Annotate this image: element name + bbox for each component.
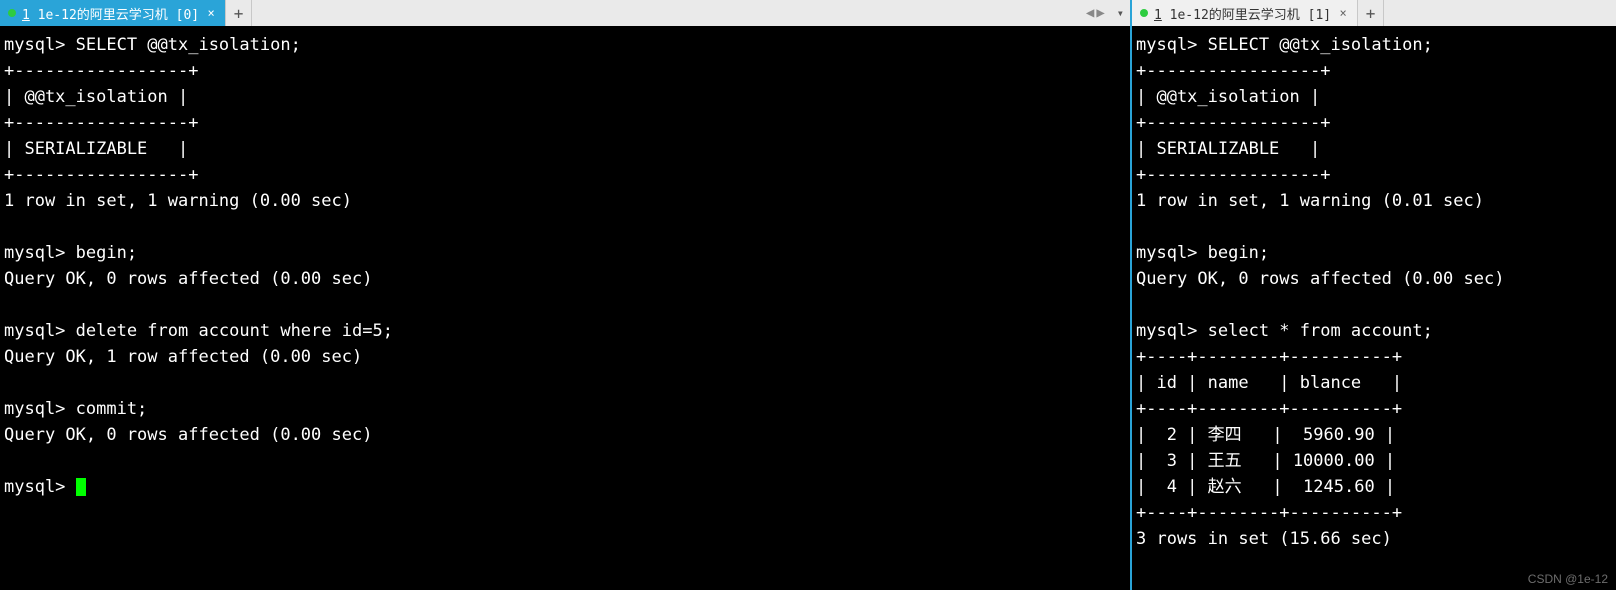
right-pane: 1 1e-12的阿里云学习机 [1] × + mysql> SELECT @@t… — [1132, 0, 1616, 590]
tab-nav-arrows: ◀ ▶ — [1080, 0, 1111, 26]
status-dot-icon — [8, 9, 16, 17]
tabbar-spacer — [1384, 0, 1616, 26]
right-tab-0[interactable]: 1 1e-12的阿里云学习机 [1] × — [1132, 0, 1358, 26]
prev-tab-icon[interactable]: ◀ — [1086, 5, 1094, 21]
new-tab-button[interactable]: + — [1358, 0, 1384, 26]
right-tabbar: 1 1e-12的阿里云学习机 [1] × + — [1132, 0, 1616, 26]
tab-title: 1 1e-12的阿里云学习机 [1] — [1154, 4, 1331, 23]
left-tabbar: 1 1e-12的阿里云学习机 [0] × + ◀ ▶ ▾ — [0, 0, 1130, 26]
tab-title: 1 1e-12的阿里云学习机 [0] — [22, 4, 199, 23]
new-tab-button[interactable]: + — [226, 0, 252, 26]
terminal-cursor — [76, 478, 86, 496]
left-tab-0[interactable]: 1 1e-12的阿里云学习机 [0] × — [0, 0, 226, 26]
left-terminal[interactable]: mysql> SELECT @@tx_isolation; +---------… — [0, 26, 1130, 590]
next-tab-icon[interactable]: ▶ — [1096, 5, 1104, 21]
tab-dropdown-icon[interactable]: ▾ — [1111, 0, 1130, 26]
left-pane: 1 1e-12的阿里云学习机 [0] × + ◀ ▶ ▾ mysql> SELE… — [0, 0, 1132, 590]
status-dot-icon — [1140, 9, 1148, 17]
close-icon[interactable]: × — [205, 7, 217, 19]
close-icon[interactable]: × — [1337, 7, 1349, 19]
right-terminal[interactable]: mysql> SELECT @@tx_isolation; +---------… — [1132, 26, 1616, 590]
tabbar-spacer — [252, 0, 1080, 26]
split-container: 1 1e-12的阿里云学习机 [0] × + ◀ ▶ ▾ mysql> SELE… — [0, 0, 1616, 590]
